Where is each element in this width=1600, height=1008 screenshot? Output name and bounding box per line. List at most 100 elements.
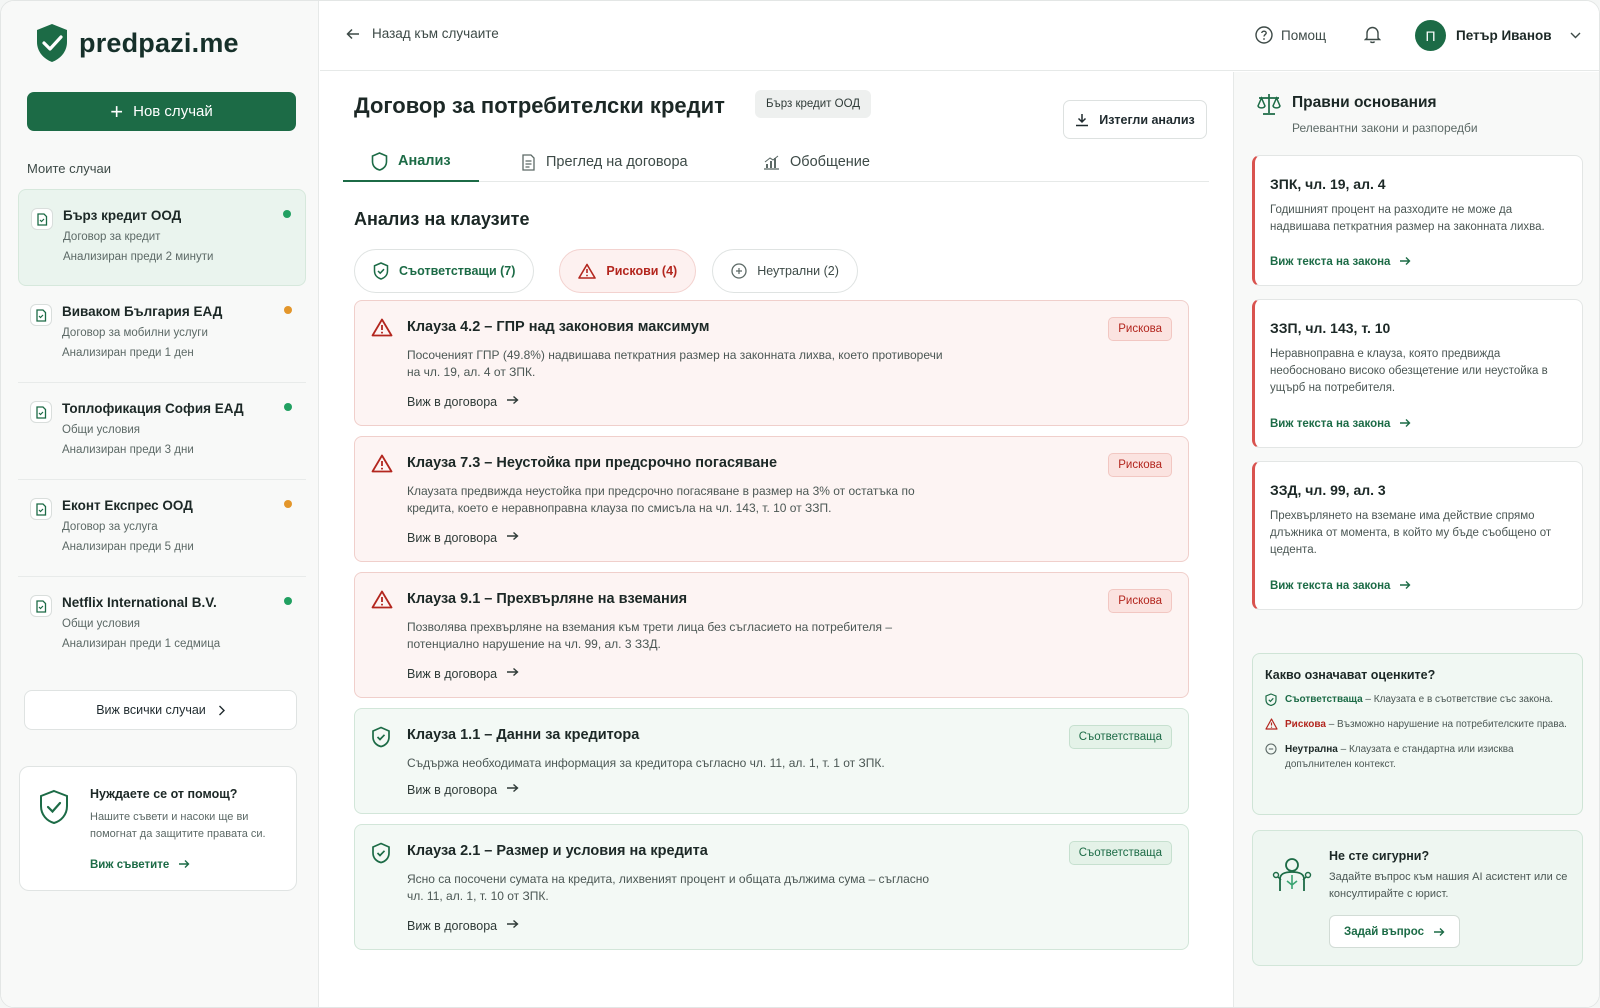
legal-basis-title: Правни основания <box>1292 94 1437 111</box>
ask-assistant-card: Не сте сигурни? Задайте въпрос към нашия… <box>1252 830 1583 966</box>
law-title: ЗПК, чл. 19, ал. 4 <box>1270 176 1386 192</box>
rating-legend: Какво означават оценките? Съответстваща … <box>1252 653 1583 815</box>
case-item[interactable]: Еконт Експрес ООД Договор за услуга Анал… <box>18 480 306 577</box>
view-law-text-link[interactable]: Виж текста на закона <box>1270 580 1411 592</box>
view-law-text-label: Виж текста на закона <box>1270 256 1391 268</box>
view-in-contract-label: Виж в договора <box>407 919 498 933</box>
clause-card: Клауза 7.3 – Неустойка при предсрочно по… <box>354 436 1189 562</box>
filter-group: Съответстващи (7) Рискови (4) Неутрални … <box>354 249 858 293</box>
download-icon <box>1075 113 1089 127</box>
clause-card: Клауза 1.1 – Данни за кредитора Съдържа … <box>354 708 1189 814</box>
back-to-cases-link[interactable]: Назад към случаите <box>346 26 499 41</box>
law-text: Годишният процент на разходите не може д… <box>1270 204 1545 233</box>
status-badge: Рискова <box>1108 453 1172 477</box>
view-in-contract-link[interactable]: Виж в договора <box>407 531 519 545</box>
tab-analysis[interactable]: Анализ <box>343 142 479 182</box>
clause-description: Клаузата предвижда неустойка при предсро… <box>407 484 915 515</box>
document-icon <box>521 153 536 171</box>
arrow-right-icon <box>507 667 519 681</box>
legend-row-neutral: Неутрална – Клаузата е стандартна или из… <box>1265 742 1570 772</box>
help-label: Помощ <box>1281 27 1327 43</box>
case-subtitle: Общи условия <box>62 424 140 436</box>
legend-title: Какво означават оценките? <box>1265 668 1436 682</box>
shield-check-icon <box>1265 693 1277 706</box>
new-case-label: Нов случай <box>133 103 213 120</box>
view-law-text-link[interactable]: Виж текста на закона <box>1270 418 1411 430</box>
clause-card: Клауза 4.2 – ГПР над законовия максимум … <box>354 300 1189 426</box>
legend-term: Рискова <box>1285 719 1326 730</box>
clause-title: Клауза 7.3 – Неустойка при предсрочно по… <box>407 455 778 471</box>
view-in-contract-link[interactable]: Виж в договора <box>407 783 519 797</box>
status-dot <box>284 403 292 411</box>
clause-card: Клауза 2.1 – Размер и условия на кредита… <box>354 824 1189 950</box>
neutral-circle-icon <box>731 263 747 279</box>
warning-triangle-icon <box>371 454 393 473</box>
logo-text: predpazi.me <box>79 27 239 58</box>
legend-term: Съответстваща <box>1285 694 1363 705</box>
document-icon <box>31 208 53 230</box>
filter-risky[interactable]: Рискови (4) <box>559 249 697 293</box>
filter-compliant[interactable]: Съответстващи (7) <box>354 249 535 293</box>
chevron-down-icon <box>1570 32 1581 39</box>
case-item[interactable]: Виваком България ЕАД Договор за мобилни … <box>18 286 306 383</box>
status-dot <box>283 210 291 218</box>
download-analysis-button[interactable]: Изтегли анализ <box>1063 100 1207 139</box>
view-law-text-link[interactable]: Виж текста на закона <box>1270 256 1411 268</box>
case-time: Анализиран преди 5 дни <box>62 541 194 553</box>
view-law-text-label: Виж текста на закона <box>1270 580 1391 592</box>
case-item[interactable]: Топлофикация София ЕАД Общи условия Анал… <box>18 383 306 480</box>
clause-description: Посоченият ГПР (49.8%) надвишава петкрат… <box>407 348 943 379</box>
case-item[interactable]: Netflix International B.V. Общи условия … <box>18 577 306 674</box>
legend-row-risky: Рискова – Възможно нарушение на потребит… <box>1265 717 1570 732</box>
view-in-contract-label: Виж в договора <box>407 531 498 545</box>
clause-description: Съдържа необходимата информация за креди… <box>407 756 885 770</box>
warning-triangle-icon <box>1265 718 1278 730</box>
status-badge: Рискова <box>1108 589 1172 613</box>
status-dot <box>284 597 292 605</box>
tab-bar: Анализ Преглед на договора Обобщение <box>343 142 1209 182</box>
arrow-right-icon <box>1400 256 1411 268</box>
status-dot <box>284 500 292 508</box>
shield-check-icon <box>371 842 391 864</box>
arrow-left-icon <box>346 28 360 40</box>
view-all-cases-label: Виж всички случаи <box>96 703 206 717</box>
case-title: Бърз кредит ООД <box>63 208 182 223</box>
case-item[interactable]: Бърз кредит ООД Договор за кредит Анализ… <box>18 189 306 286</box>
clause-list: Клауза 4.2 – ГПР над законовия максимум … <box>354 300 1189 960</box>
law-card: ЗЗД, чл. 99, ал. 3 Прехвърлянето на взем… <box>1252 461 1583 610</box>
case-subtitle: Общи условия <box>62 618 140 630</box>
arrow-right-icon <box>507 395 519 409</box>
neutral-circle-icon <box>1265 743 1277 755</box>
filter-neutral-label: Неутрални (2) <box>757 264 839 278</box>
law-title: ЗЗД, чл. 99, ал. 3 <box>1270 482 1386 498</box>
company-chip: Бърз кредит ООД <box>755 90 872 118</box>
logo[interactable]: predpazi.me <box>35 23 239 63</box>
view-all-cases-button[interactable]: Виж всички случаи <box>24 690 297 730</box>
shield-icon <box>371 151 388 171</box>
view-in-contract-link[interactable]: Виж в договора <box>407 395 519 409</box>
question-circle-icon <box>1255 26 1273 44</box>
help-title: Нуждаете се от помощ? <box>90 787 238 801</box>
avatar: П <box>1415 20 1446 51</box>
filter-neutral[interactable]: Неутрални (2) <box>712 249 858 293</box>
download-label: Изтегли анализ <box>1099 112 1195 127</box>
user-menu[interactable]: П Петър Иванов <box>1415 20 1581 51</box>
ask-question-button[interactable]: Задай въпрос <box>1329 915 1460 948</box>
view-tips-link[interactable]: Виж съветите <box>90 859 190 871</box>
clause-title: Клауза 4.2 – ГПР над законовия максимум <box>407 319 710 335</box>
tab-summary[interactable]: Обобщение <box>735 142 898 182</box>
view-in-contract-link[interactable]: Виж в договора <box>407 919 519 933</box>
my-cases-heading: Моите случаи <box>27 161 111 176</box>
legend-text: – Клаузата е в съответствие със закона. <box>1362 694 1554 705</box>
view-in-contract-link[interactable]: Виж в договора <box>407 667 519 681</box>
arrow-right-icon <box>179 859 190 871</box>
tab-contract-review[interactable]: Преглед на договора <box>493 142 716 182</box>
case-subtitle: Договор за услуга <box>62 521 158 533</box>
legend-term: Неутрална <box>1285 744 1338 755</box>
new-case-button[interactable]: + Нов случай <box>27 92 296 131</box>
bell-icon[interactable] <box>1364 25 1381 44</box>
case-title: Netflix International B.V. <box>62 595 217 610</box>
legend-row-compliant: Съответстваща – Клаузата е в съответстви… <box>1265 692 1570 707</box>
help-button[interactable]: Помощ <box>1255 26 1326 44</box>
plus-icon: + <box>110 98 124 124</box>
